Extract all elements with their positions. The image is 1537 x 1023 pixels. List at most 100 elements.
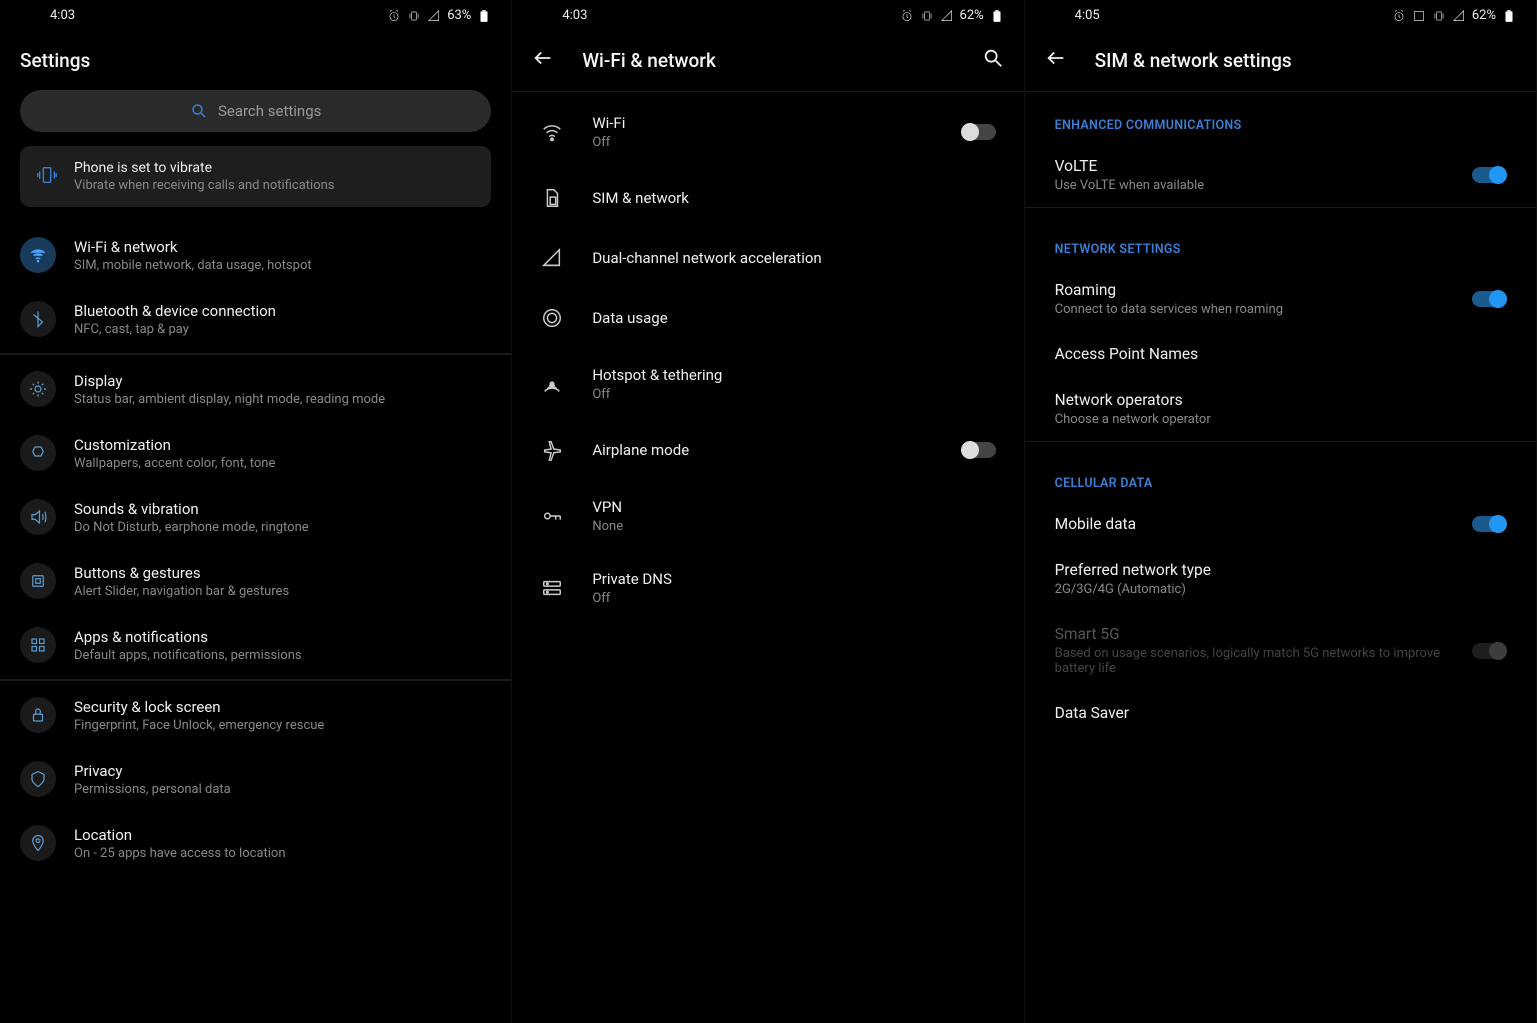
item-title: SIM & network: [592, 189, 995, 207]
status-bar: 4:03 63%: [0, 0, 511, 29]
item-body: Preferred network type 2G/3G/4G (Automati…: [1055, 561, 1506, 597]
item-body: Data usage: [592, 309, 995, 327]
item-sub: Off: [592, 135, 933, 150]
network-item-sim[interactable]: SIM & network: [512, 168, 1023, 228]
network-item-hotspot[interactable]: Hotspot & tetheringOff: [512, 348, 1023, 420]
status-icons: 62%: [1392, 8, 1516, 23]
item-body: Privacy Permissions, personal data: [74, 762, 491, 797]
mobiledata-toggle[interactable]: [1472, 516, 1506, 532]
volte-toggle[interactable]: [1472, 167, 1506, 183]
search-settings[interactable]: Search settings: [20, 90, 491, 132]
network-item-vpn[interactable]: VPNNone: [512, 480, 1023, 552]
battery-percent: 62%: [1472, 8, 1496, 23]
item-body: Dual-channel network acceleration: [592, 249, 995, 267]
item-sub: Choose a network operator: [1055, 412, 1506, 427]
item-title: Hotspot & tethering: [592, 366, 995, 384]
sim-item-apn[interactable]: Access Point Names: [1025, 331, 1536, 377]
customization-icon: [20, 435, 56, 471]
item-title: Private DNS: [592, 570, 995, 588]
item-body: LocationOn - 25 apps have access to loca…: [74, 826, 491, 861]
item-title: Dual-channel network acceleration: [592, 249, 995, 267]
wifi-toggle[interactable]: [962, 124, 996, 140]
settings-item-bluetooth[interactable]: Bluetooth & device connectionNFC, cast, …: [0, 287, 511, 351]
security-icon: [20, 697, 56, 733]
status-time: 4:05: [1075, 8, 1100, 23]
network-list: Wi-FiOff SIM & network Dual-channel networ…: [512, 92, 1023, 628]
settings-item-location[interactable]: LocationOn - 25 apps have access to loca…: [0, 811, 511, 875]
network-item-data[interactable]: Data usage: [512, 288, 1023, 348]
settings-item-security[interactable]: Security & lock screenFingerprint, Face …: [0, 683, 511, 747]
sim-item-datasaver[interactable]: Data Saver: [1025, 690, 1536, 736]
status-bar: 4:05 62%: [1025, 0, 1536, 29]
settings-item-privacy[interactable]: Privacy Permissions, personal data: [0, 747, 511, 811]
notice-sub: Vibrate when receiving calls and notific…: [74, 178, 335, 193]
nfc-icon: [1412, 9, 1426, 23]
network-item-airplane[interactable]: Airplane mode: [512, 420, 1023, 480]
item-body: Access Point Names: [1055, 345, 1506, 363]
item-title: Wi-Fi & network: [74, 238, 491, 256]
item-title: Airplane mode: [592, 441, 933, 459]
item-title: Preferred network type: [1055, 561, 1506, 579]
item-sub: Permissions, personal data: [74, 782, 491, 797]
sim-network-screen: 4:05 62% SIM & network settings ENHANCED…: [1025, 0, 1537, 1023]
roaming-toggle[interactable]: [1472, 291, 1506, 307]
settings-item-customization[interactable]: CustomizationWallpapers, accent color, f…: [0, 421, 511, 485]
item-body: Mobile data: [1055, 515, 1454, 533]
hotspot-icon: [540, 372, 564, 396]
network-item-dns[interactable]: Private DNSOff: [512, 552, 1023, 624]
sim-item-mobiledata[interactable]: Mobile data: [1025, 501, 1536, 547]
alarm-icon: [1392, 9, 1406, 23]
network-item-wifi[interactable]: Wi-FiOff: [512, 96, 1023, 168]
settings-item-display[interactable]: DisplayStatus bar, ambient display, nigh…: [0, 357, 511, 421]
vibrate-notice[interactable]: Phone is set to vibrate Vibrate when rec…: [20, 146, 491, 207]
alarm-icon: [387, 9, 401, 23]
item-title: Buttons & gestures: [74, 564, 491, 582]
status-bar: 4:03 62%: [512, 0, 1023, 29]
item-body: Hotspot & tetheringOff: [592, 366, 995, 402]
back-button[interactable]: [532, 47, 554, 73]
sim-item-volte[interactable]: VoLTE Use VoLTE when available: [1025, 143, 1536, 207]
battery-percent: 62%: [960, 8, 984, 23]
item-body: RoamingConnect to data services when roa…: [1055, 281, 1454, 317]
settings-item-sounds[interactable]: Sounds & vibrationDo Not Disturb, earpho…: [0, 485, 511, 549]
airplane-toggle[interactable]: [962, 442, 996, 458]
section-header: NETWORK SETTINGS: [1025, 208, 1536, 267]
sim-icon: [540, 186, 564, 210]
sim-item-prefnet[interactable]: Preferred network type 2G/3G/4G (Automati…: [1025, 547, 1536, 611]
item-sub: 2G/3G/4G (Automatic): [1055, 582, 1506, 597]
item-sub: Use VoLTE when available: [1055, 178, 1454, 193]
page-title: SIM & network settings: [1095, 49, 1292, 72]
item-sub: Fingerprint, Face Unlock, emergency resc…: [74, 718, 491, 733]
page-title: Settings: [0, 29, 511, 90]
item-sub: SIM, mobile network, data usage, hotspot: [74, 258, 491, 273]
item-title: Privacy: [74, 762, 491, 780]
sim-item-smart5g: Smart 5GBased on usage scenarios, logica…: [1025, 611, 1536, 690]
item-body: VPNNone: [592, 498, 995, 534]
settings-item-buttons[interactable]: Buttons & gesturesAlert Slider, navigati…: [0, 549, 511, 613]
vibrate-icon: [407, 9, 421, 23]
item-title: Data usage: [592, 309, 995, 327]
settings-item-wifi[interactable]: Wi-Fi & network SIM, mobile network, data…: [0, 223, 511, 287]
item-sub: Do Not Disturb, earphone mode, ringtone: [74, 520, 491, 535]
title-row: SIM & network settings: [1025, 29, 1536, 92]
title-row: Wi-Fi & network: [512, 29, 1023, 92]
settings-item-apps[interactable]: Apps & notificationsDefault apps, notifi…: [0, 613, 511, 677]
back-button[interactable]: [1045, 47, 1067, 73]
search-icon: [190, 102, 208, 120]
item-body: Airplane mode: [592, 441, 933, 459]
item-body: Apps & notificationsDefault apps, notifi…: [74, 628, 491, 663]
item-body: Bluetooth & device connectionNFC, cast, …: [74, 302, 491, 337]
search-button[interactable]: [982, 47, 1004, 73]
sim-item-roaming[interactable]: RoamingConnect to data services when roa…: [1025, 267, 1536, 331]
item-body: VoLTE Use VoLTE when available: [1055, 157, 1454, 193]
section-header: CELLULAR DATA: [1025, 442, 1536, 501]
item-title: VoLTE: [1055, 157, 1454, 175]
vibrate-icon: [36, 164, 58, 190]
battery-icon: [477, 9, 491, 23]
item-body: Security & lock screenFingerprint, Face …: [74, 698, 491, 733]
settings-list: Wi-Fi & network SIM, mobile network, data…: [0, 219, 511, 879]
sim-item-operators[interactable]: Network operatorsChoose a network operat…: [1025, 377, 1536, 441]
airplane-icon: [540, 438, 564, 462]
notice-body: Phone is set to vibrate Vibrate when rec…: [74, 160, 335, 193]
network-item-dual[interactable]: Dual-channel network acceleration: [512, 228, 1023, 288]
